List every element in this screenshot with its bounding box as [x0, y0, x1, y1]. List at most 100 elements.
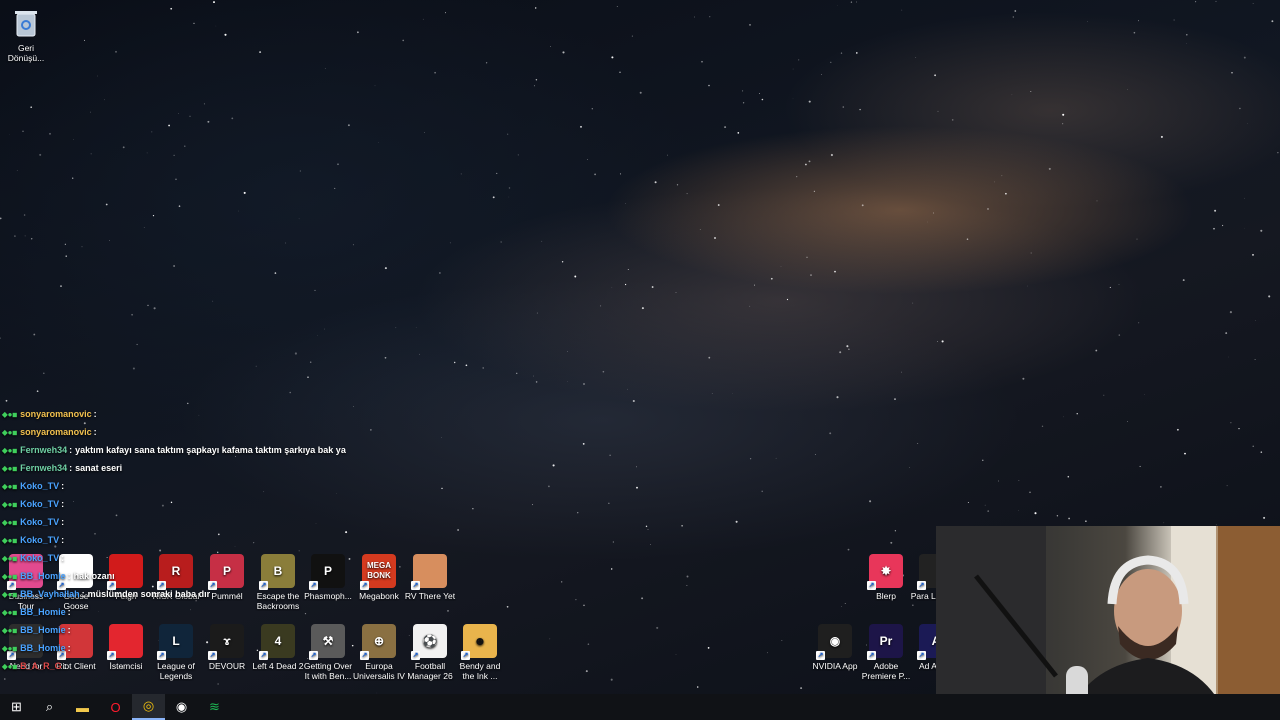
star — [1067, 475, 1070, 478]
star — [151, 131, 153, 133]
star — [434, 71, 436, 74]
star — [714, 237, 716, 239]
star — [654, 181, 657, 184]
star — [775, 457, 777, 459]
icon-label: Blerp — [876, 591, 896, 601]
star — [1271, 20, 1274, 23]
star — [105, 203, 108, 206]
taskbar: ⊞ ⌕ ▬ O ◎ ◉ ≋ — [0, 694, 1280, 720]
star — [894, 530, 897, 532]
star — [115, 50, 117, 53]
star — [1238, 427, 1240, 430]
star — [170, 7, 173, 10]
chat-badge-icon: ⬥●◼ — [2, 518, 18, 527]
shortcut-arrow-icon: ↗ — [867, 651, 876, 660]
star — [609, 454, 611, 456]
star — [203, 103, 205, 105]
star — [90, 111, 91, 113]
webcam-overlay — [936, 526, 1280, 720]
chat-message: ⬥●◼ Koko_TV: — [2, 480, 362, 493]
star — [33, 333, 36, 336]
chat-separator: : — [67, 643, 71, 653]
star — [792, 68, 794, 70]
star — [1027, 285, 1028, 287]
star — [1186, 33, 1188, 36]
recycle-bin-image — [9, 6, 43, 40]
star — [806, 256, 808, 258]
star — [699, 228, 701, 230]
chrome-icon[interactable]: ◎ — [132, 694, 165, 720]
bendy-icon[interactable]: ☻ ↗ Bendy and the Ink ... — [454, 624, 506, 681]
nvidia-app-icon[interactable]: ◉ ↗ NVIDIA App — [809, 624, 861, 671]
icon-label: RV There Yet — [404, 591, 456, 601]
star — [830, 153, 833, 157]
star — [500, 241, 502, 243]
star — [941, 340, 944, 343]
star — [324, 68, 326, 70]
star — [187, 402, 189, 405]
star — [168, 124, 171, 127]
star — [561, 581, 563, 583]
star — [686, 575, 689, 578]
windows-start-icon[interactable]: ⊞ — [0, 694, 33, 720]
search-icon[interactable]: ⌕ — [33, 694, 66, 720]
obs-icon[interactable]: ◉ — [165, 694, 198, 720]
star — [987, 208, 989, 210]
star — [602, 370, 605, 373]
file-explorer-icon[interactable]: ▬ — [66, 694, 99, 720]
star — [951, 119, 954, 121]
blerp-icon[interactable]: ✸ ↗ Blerp — [860, 554, 912, 601]
star — [0, 217, 2, 220]
shortcut-arrow-icon: ↗ — [917, 651, 926, 660]
star — [848, 348, 850, 350]
star — [60, 285, 62, 287]
icon-glyph: MEGA BONK — [367, 561, 391, 580]
chat-message: ⬥●◼ BB_Vayhallah: müslümden sonraki baba d… — [2, 588, 362, 601]
football-manager-icon[interactable]: ⚽ ↗ Football Manager 26 — [404, 624, 456, 681]
chat-username: BB_Homie — [20, 607, 66, 617]
star — [1163, 522, 1165, 524]
star — [419, 353, 420, 355]
premiere-pro-icon[interactable]: Pr ↗ Adobe Premiere P... — [860, 624, 912, 681]
star — [0, 337, 1, 339]
star — [694, 16, 695, 18]
chat-badge-icon: ⬥●◼ — [2, 500, 18, 509]
star — [1144, 394, 1145, 395]
star — [805, 163, 807, 166]
star — [861, 204, 864, 207]
rv-there-yet-icon[interactable]: ↗ RV There Yet — [404, 554, 456, 601]
icon-glyph: ⊕ — [373, 634, 385, 648]
chat-message: ⬥●◼ BB_Homie: — [2, 606, 362, 619]
star — [536, 312, 538, 314]
star — [212, 300, 214, 302]
spotify-icon[interactable]: ≋ — [198, 694, 231, 720]
star — [840, 52, 843, 54]
star — [856, 1, 857, 3]
star — [143, 227, 145, 228]
star — [1213, 227, 1215, 230]
star — [285, 242, 287, 244]
star — [619, 71, 621, 73]
chat-separator: : — [81, 589, 85, 599]
star — [517, 154, 519, 156]
chat-badge-icon: ⬥●◼ — [2, 590, 18, 599]
star — [445, 12, 447, 14]
star — [1226, 485, 1228, 487]
star — [686, 193, 688, 195]
recycle-bin-icon[interactable]: Geri Dönüşü... — [0, 6, 52, 63]
star — [619, 173, 622, 175]
star — [982, 459, 984, 461]
chat-message: ⬥●◼ Koko_TV: — [2, 534, 362, 547]
star — [749, 24, 751, 26]
star — [1118, 283, 1120, 285]
chat-username: sonyaromanovic — [20, 427, 92, 437]
chat-text: sanat eseri — [75, 463, 123, 473]
star — [834, 270, 836, 273]
star — [574, 275, 577, 278]
star — [627, 388, 628, 390]
chat-message: ⬥●◼ BB_Homie: — [2, 624, 362, 637]
star — [22, 130, 24, 132]
opera-icon[interactable]: O — [99, 694, 132, 720]
star — [842, 106, 845, 108]
icon-glyph: Pr — [879, 634, 893, 648]
